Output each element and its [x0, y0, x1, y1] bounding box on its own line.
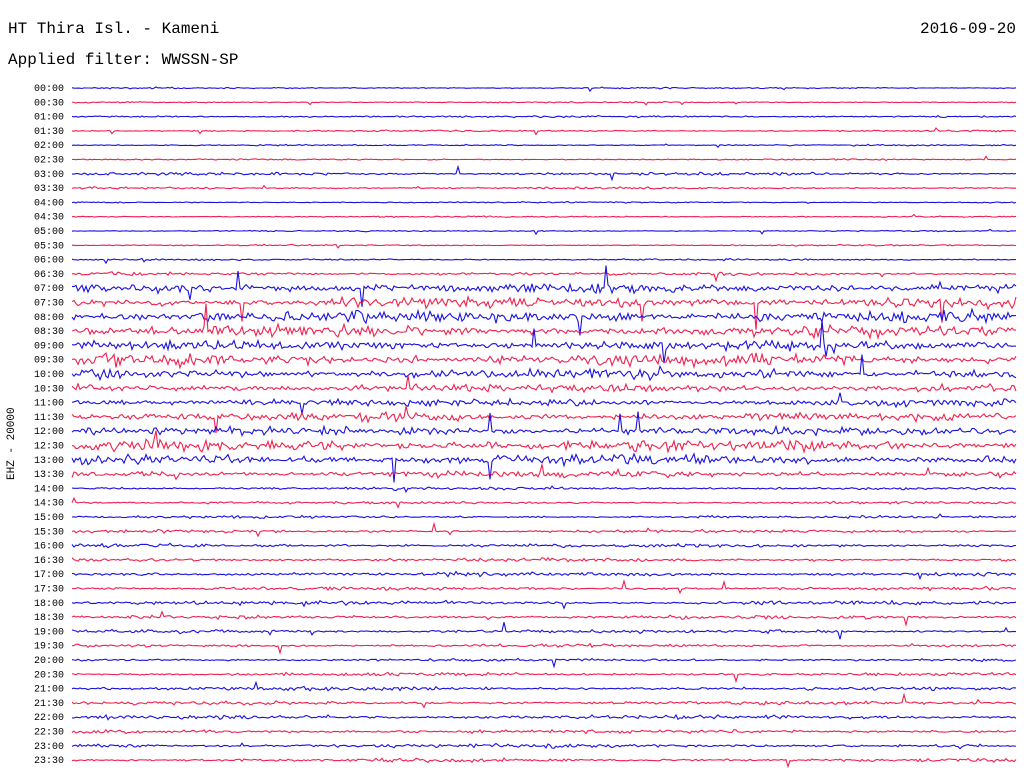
row-tick-label: 21:00 [34, 685, 64, 696]
row-tick-label: 02:00 [34, 141, 64, 152]
trace-line [71, 114, 1017, 119]
row-tick-label: 19:30 [34, 642, 64, 653]
trace-line [71, 257, 1017, 265]
trace-line [71, 184, 1017, 190]
row-tick-label: 05:00 [34, 227, 64, 238]
trace-line [71, 143, 1017, 149]
row-tick-label: 08:00 [34, 313, 64, 324]
row-tick-label: 06:30 [34, 270, 64, 281]
trace-line [71, 464, 1017, 481]
trace-line [71, 127, 1017, 136]
trace-line [71, 243, 1017, 249]
row-tick-label: 04:30 [34, 213, 64, 224]
trace-line [71, 228, 1017, 236]
row-tick-label: 12:00 [34, 427, 64, 438]
row-tick-label: 23:00 [34, 742, 64, 753]
row-tick-label: 00:30 [34, 98, 64, 109]
trace-line [71, 201, 1017, 205]
row-tick-label: 20:00 [34, 656, 64, 667]
trace-line [71, 86, 1017, 93]
trace-line [71, 406, 1017, 433]
trace-line [71, 578, 1017, 595]
row-tick-label: 15:30 [34, 527, 64, 538]
trace-line [71, 610, 1017, 627]
time-tick-labels: 00:00 00:30 01:00 01:30 02:00 02:30 03:00 03:30… [34, 84, 64, 767]
row-tick-label: 07:30 [34, 299, 64, 310]
trace-line [71, 680, 1017, 692]
row-tick-label: 07:00 [34, 284, 64, 295]
trace-line [71, 164, 1017, 182]
row-tick-label: 03:30 [34, 184, 64, 195]
row-tick-label: 09:00 [34, 341, 64, 352]
row-tick-label: 18:30 [34, 613, 64, 624]
row-tick-label: 15:00 [34, 513, 64, 524]
row-tick-label: 19:00 [34, 627, 64, 638]
row-tick-label: 22:30 [34, 728, 64, 739]
trace-line [71, 713, 1017, 721]
helicorder-plot: 00:00 00:30 01:00 01:30 02:00 02:30 03:00 03:30… [34, 84, 1017, 769]
trace-line [71, 692, 1017, 709]
seismic-traces [71, 86, 1017, 769]
trace-line [71, 294, 1017, 330]
trace-line [71, 599, 1017, 610]
trace-line [71, 570, 1017, 581]
row-tick-label: 11:00 [34, 399, 64, 410]
row-tick-label: 20:30 [34, 670, 64, 681]
row-tick-label: 01:30 [34, 127, 64, 138]
trace-line [71, 392, 1017, 415]
row-tick-label: 05:30 [34, 241, 64, 252]
row-tick-label: 16:00 [34, 542, 64, 553]
row-tick-label: 01:00 [34, 113, 64, 124]
row-tick-label: 13:00 [34, 456, 64, 467]
trace-line [71, 452, 1017, 483]
row-tick-label: 11:30 [34, 413, 64, 424]
trace-line [71, 556, 1017, 563]
trace-line [71, 622, 1017, 640]
trace-line [71, 657, 1017, 669]
row-tick-label: 10:30 [34, 384, 64, 395]
trace-line [71, 430, 1017, 454]
trace-line [71, 671, 1017, 684]
row-tick-label: 04:00 [34, 198, 64, 209]
trace-line [71, 496, 1017, 509]
row-tick-label: 00:00 [34, 84, 64, 95]
row-tick-label: 18:00 [34, 599, 64, 610]
row-tick-label: 14:30 [34, 499, 64, 510]
row-tick-label: 21:30 [34, 699, 64, 710]
row-tick-label: 02:30 [34, 156, 64, 167]
trace-line [71, 271, 1017, 283]
trace-line [71, 351, 1017, 370]
trace-line [71, 757, 1017, 769]
row-tick-label: 10:00 [34, 370, 64, 381]
trace-line [71, 521, 1017, 538]
trace-line [71, 100, 1017, 106]
row-tick-label: 14:00 [34, 484, 64, 495]
row-tick-label: 16:30 [34, 556, 64, 567]
row-tick-label: 23:30 [34, 756, 64, 767]
trace-line [71, 375, 1017, 394]
trace-line [71, 728, 1017, 735]
row-tick-label: 22:00 [34, 713, 64, 724]
trace-line [71, 485, 1017, 494]
row-tick-label: 13:30 [34, 470, 64, 481]
trace-line [71, 303, 1017, 341]
trace-line [71, 642, 1017, 655]
row-tick-label: 06:00 [34, 256, 64, 267]
row-tick-label: 17:00 [34, 570, 64, 581]
trace-line [71, 213, 1017, 219]
trace-line [71, 742, 1017, 750]
trace-line [71, 155, 1017, 162]
row-tick-label: 03:00 [34, 170, 64, 181]
row-tick-label: 12:30 [34, 442, 64, 453]
row-tick-label: 08:30 [34, 327, 64, 338]
trace-line [71, 513, 1017, 520]
row-tick-label: 09:30 [34, 356, 64, 367]
trace-line [71, 542, 1017, 549]
row-tick-label: 17:30 [34, 585, 64, 596]
